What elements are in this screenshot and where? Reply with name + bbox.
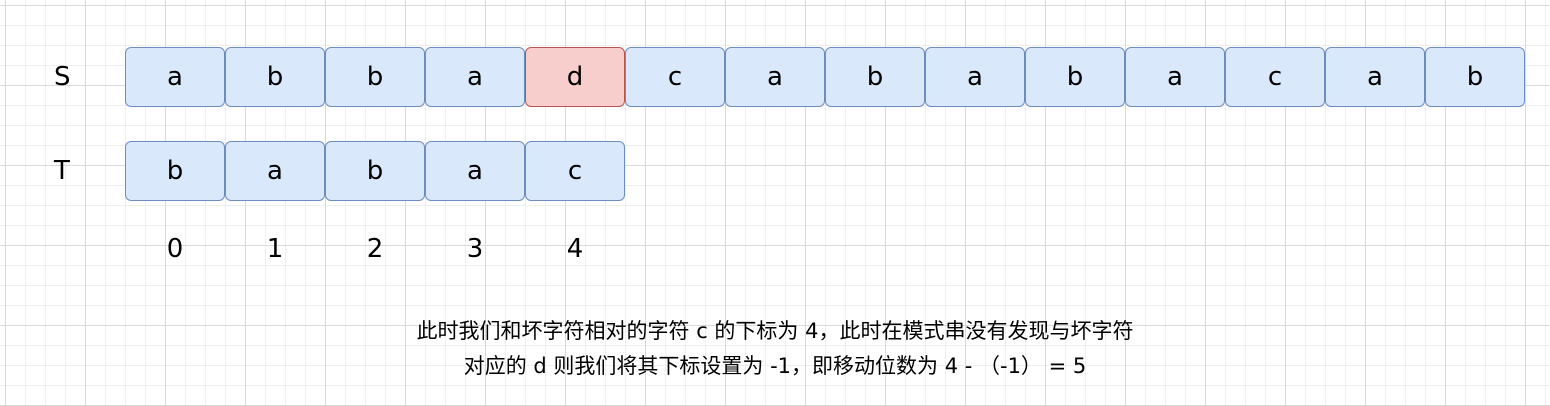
t-cell-0: b: [125, 141, 225, 201]
s-cell-1: b: [225, 47, 325, 107]
index-label-0: 0: [166, 234, 184, 264]
index-label-4: 4: [566, 234, 584, 264]
caption-line-2: 对应的 d 则我们将其下标设置为 -1，即移动位数为 4 - （-1） = 5: [463, 354, 1087, 378]
s-cell-2: b: [325, 47, 425, 107]
t-cell-1: a: [225, 141, 325, 201]
t-cell-3: a: [425, 141, 525, 201]
s-cell-6: a: [725, 47, 825, 107]
main-string-row: abbadcababacab: [125, 47, 1525, 107]
index-row: 0 1 2 3 4: [125, 232, 625, 266]
s-cell-10: a: [1125, 47, 1225, 107]
s-cell-4: d: [525, 47, 625, 107]
t-cell-4: c: [525, 141, 625, 201]
caption-line-1: 此时我们和坏字符相对的字符 c 的下标为 4，此时在模式串没有发现与坏字符: [416, 319, 1134, 343]
index-label-1: 1: [266, 234, 284, 264]
row-label-s: S: [54, 62, 71, 92]
s-cell-12: a: [1325, 47, 1425, 107]
index-label-3: 3: [466, 234, 484, 264]
s-cell-13: b: [1425, 47, 1525, 107]
s-cell-3: a: [425, 47, 525, 107]
t-cell-2: b: [325, 141, 425, 201]
s-cell-11: c: [1225, 47, 1325, 107]
index-label-2: 2: [366, 234, 384, 264]
s-cell-7: b: [825, 47, 925, 107]
explanation-caption: 此时我们和坏字符相对的字符 c 的下标为 4，此时在模式串没有发现与坏字符 对应…: [300, 314, 1250, 384]
s-cell-0: a: [125, 47, 225, 107]
s-cell-9: b: [1025, 47, 1125, 107]
row-label-t: T: [54, 156, 70, 186]
s-cell-5: c: [625, 47, 725, 107]
s-cell-8: a: [925, 47, 1025, 107]
pattern-string-row: babac: [125, 141, 625, 201]
